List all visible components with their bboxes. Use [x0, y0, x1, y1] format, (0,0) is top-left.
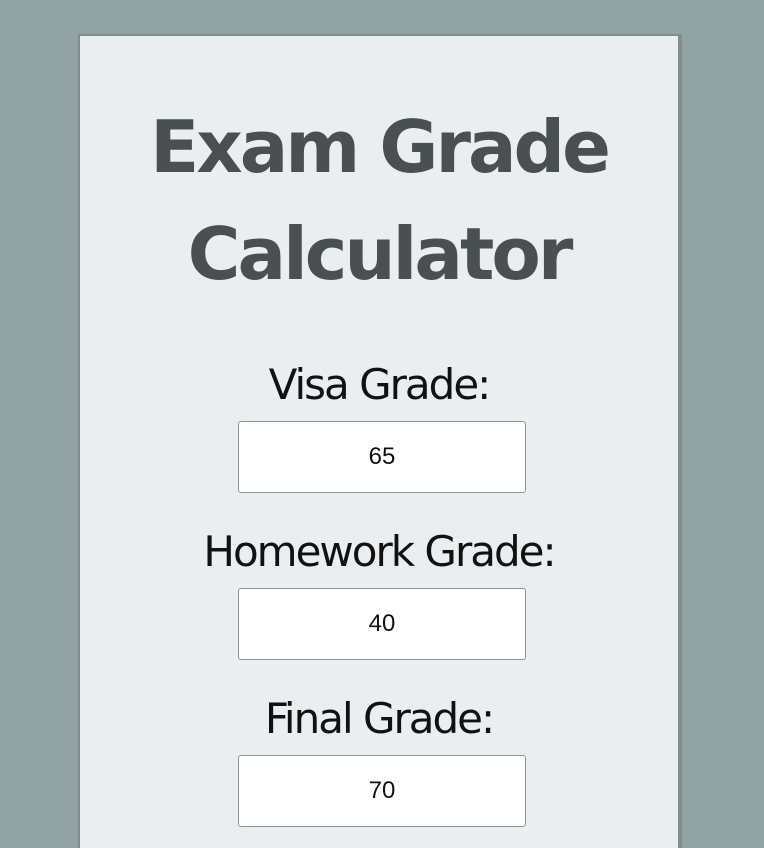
homework-grade-input[interactable]	[238, 588, 526, 660]
final-grade-label: Final Grade:	[264, 694, 495, 743]
page-title-line-1: Exam Grade	[150, 105, 611, 189]
visa-grade-label: Visa Grade:	[268, 360, 492, 409]
calculator-card: Exam Grade Calculator Visa Grade: Homewo…	[78, 34, 682, 848]
page-background: Exam Grade Calculator Visa Grade: Homewo…	[0, 0, 764, 848]
visa-grade-input[interactable]	[238, 421, 526, 493]
page-title-line-2: Calculator	[187, 212, 574, 296]
page-title: Exam Grade Calculator	[80, 94, 678, 308]
homework-grade-label: Homework Grade:	[203, 527, 556, 576]
final-grade-input[interactable]	[238, 755, 526, 827]
